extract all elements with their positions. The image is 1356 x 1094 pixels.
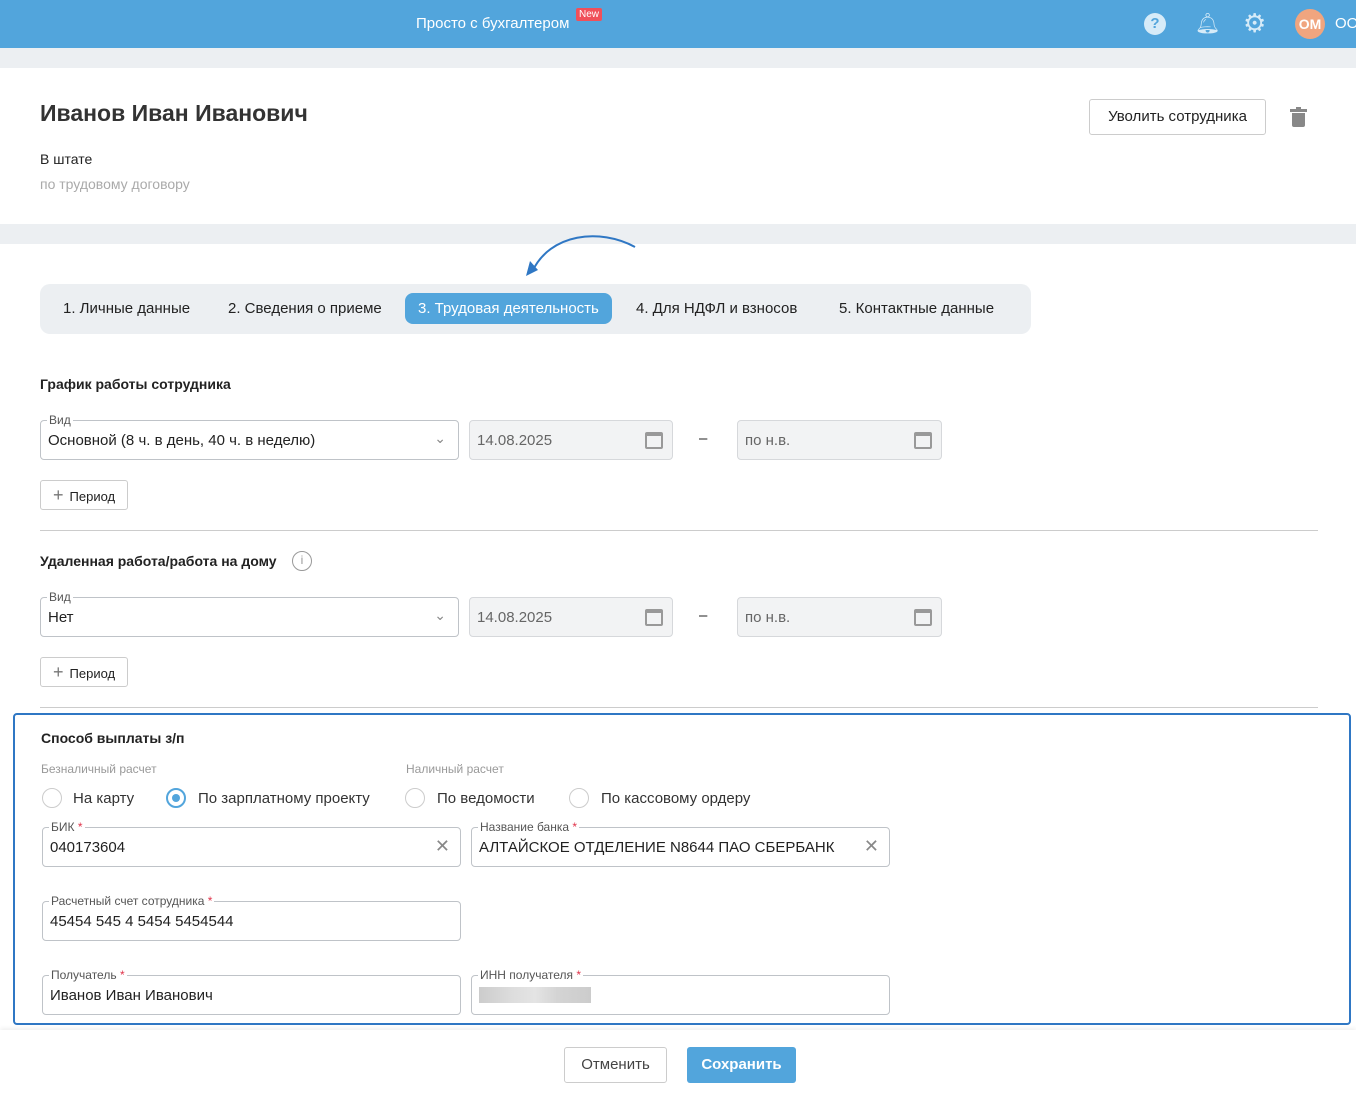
divider (40, 707, 1318, 708)
remote-to-date[interactable]: по н.в. (737, 597, 942, 637)
help-icon[interactable]: ? (1144, 13, 1166, 35)
field-label: БИК (51, 820, 75, 834)
divider-band (0, 224, 1356, 244)
radio-cash-order[interactable] (569, 788, 589, 808)
gear-icon[interactable]: ⚙ (1243, 8, 1266, 39)
button-label: Период (69, 666, 116, 681)
chevron-down-icon: ⌄ (434, 430, 446, 446)
info-icon[interactable]: i (292, 551, 312, 571)
tab-hiring[interactable]: 2. Сведения о приеме (215, 293, 395, 324)
tab-personal[interactable]: 1. Личные данные (50, 293, 204, 324)
radio-statement[interactable] (405, 788, 425, 808)
field-label: Название банка (480, 820, 570, 834)
account-field[interactable]: Расчетный счет сотрудника * 45454 545 4 … (42, 894, 461, 941)
brand-title[interactable]: Просто с бухгалтером (416, 15, 569, 32)
employee-status: В штате (40, 151, 93, 167)
new-badge: New (576, 8, 603, 21)
field-value: 040173604 (50, 839, 126, 856)
payment-title: Способ выплаты з/п (41, 730, 185, 746)
cash-label: Наличный расчет (406, 762, 504, 776)
bell-icon[interactable]: 🔔︎ (1195, 11, 1220, 36)
field-value: АЛТАЙСКОЕ ОТДЕЛЕНИЕ N8644 ПАО СБЕРБАНК (479, 839, 835, 856)
calendar-icon[interactable] (914, 432, 932, 449)
bik-field[interactable]: БИК * 040173604 ✕ (42, 820, 461, 867)
schedule-title: График работы сотрудника (40, 376, 231, 392)
add-period-button[interactable]: + Период (40, 480, 129, 510)
radio-card[interactable] (42, 788, 62, 808)
recipient-field[interactable]: Получатель * Иванов Иван Иванович (42, 968, 461, 1015)
field-value: по н.в. (745, 609, 791, 626)
avatar[interactable]: ОМ (1295, 9, 1325, 39)
remote-title: Удаленная работа/работа на дому (40, 553, 277, 569)
calendar-icon[interactable] (645, 432, 663, 449)
field-label: Вид (47, 590, 73, 604)
field-value: Основной (8 ч. в день, 40 ч. в неделю) (48, 432, 316, 449)
radio-salary-project-label[interactable]: По зарплатному проекту (198, 790, 370, 807)
save-button[interactable]: Сохранить (687, 1047, 796, 1083)
button-label: Период (69, 489, 116, 504)
tab-contacts[interactable]: 5. Контактные данные (826, 293, 1008, 324)
date-dash: – (699, 430, 708, 447)
dismiss-button[interactable]: Уволить сотрудника (1089, 99, 1266, 135)
redacted-value (479, 987, 591, 1003)
bank-name-field[interactable]: Название банка * АЛТАЙСКОЕ ОТДЕЛЕНИЕ N86… (471, 820, 890, 867)
add-period-button[interactable]: + Период (40, 657, 129, 687)
field-label: Расчетный счет сотрудника (51, 894, 205, 908)
radio-salary-project[interactable] (166, 788, 186, 808)
divider-band (0, 48, 1356, 68)
annotation-arrow (526, 235, 636, 276)
field-label: Получатель (51, 968, 117, 982)
cashless-label: Безналичный расчет (41, 762, 157, 776)
field-value: Иванов Иван Иванович (50, 987, 213, 1004)
field-value: по н.в. (745, 432, 791, 449)
field-label: ИНН получателя (480, 968, 573, 982)
plus-icon: + (53, 485, 64, 505)
field-value: Нет (48, 609, 74, 626)
remote-type-select[interactable]: Вид Нет ⌄ (40, 590, 459, 637)
divider (40, 530, 1318, 531)
schedule-type-select[interactable]: Вид Основной (8 ч. в день, 40 ч. в недел… (40, 413, 459, 460)
employee-name: Иванов Иван Иванович (40, 100, 308, 126)
field-value: 14.08.2025 (477, 609, 553, 626)
employee-contract: по трудовому договору (40, 176, 190, 192)
clear-icon[interactable]: ✕ (435, 836, 450, 857)
calendar-icon[interactable] (645, 609, 663, 626)
plus-icon: + (53, 662, 64, 682)
clear-icon[interactable]: ✕ (864, 836, 879, 857)
footer (0, 1030, 1356, 1094)
schedule-to-date[interactable]: по н.в. (737, 420, 942, 460)
field-label: Вид (47, 413, 73, 427)
user-name[interactable]: ОО (1335, 15, 1356, 32)
radio-card-label[interactable]: На карту (73, 790, 134, 807)
cancel-button[interactable]: Отменить (564, 1047, 667, 1083)
tab-employment[interactable]: 3. Трудовая деятельность (405, 293, 612, 324)
chevron-down-icon: ⌄ (434, 607, 446, 623)
field-value: 45454 545 4 5454 5454544 (50, 913, 234, 930)
calendar-icon[interactable] (914, 609, 932, 626)
date-dash: – (699, 607, 708, 624)
inn-field[interactable]: ИНН получателя * (471, 968, 890, 1015)
tab-ndfl[interactable]: 4. Для НДФЛ и взносов (623, 293, 811, 324)
trash-icon[interactable] (1290, 107, 1307, 127)
field-value: 14.08.2025 (477, 432, 553, 449)
radio-cash-order-label[interactable]: По кассовому ордеру (601, 790, 750, 807)
radio-statement-label[interactable]: По ведомости (437, 790, 535, 807)
remote-from-date[interactable]: 14.08.2025 (469, 597, 673, 637)
top-bar: Просто с бухгалтером New ? 🔔︎ ⚙ ОМ ОО (0, 0, 1356, 48)
schedule-from-date[interactable]: 14.08.2025 (469, 420, 673, 460)
